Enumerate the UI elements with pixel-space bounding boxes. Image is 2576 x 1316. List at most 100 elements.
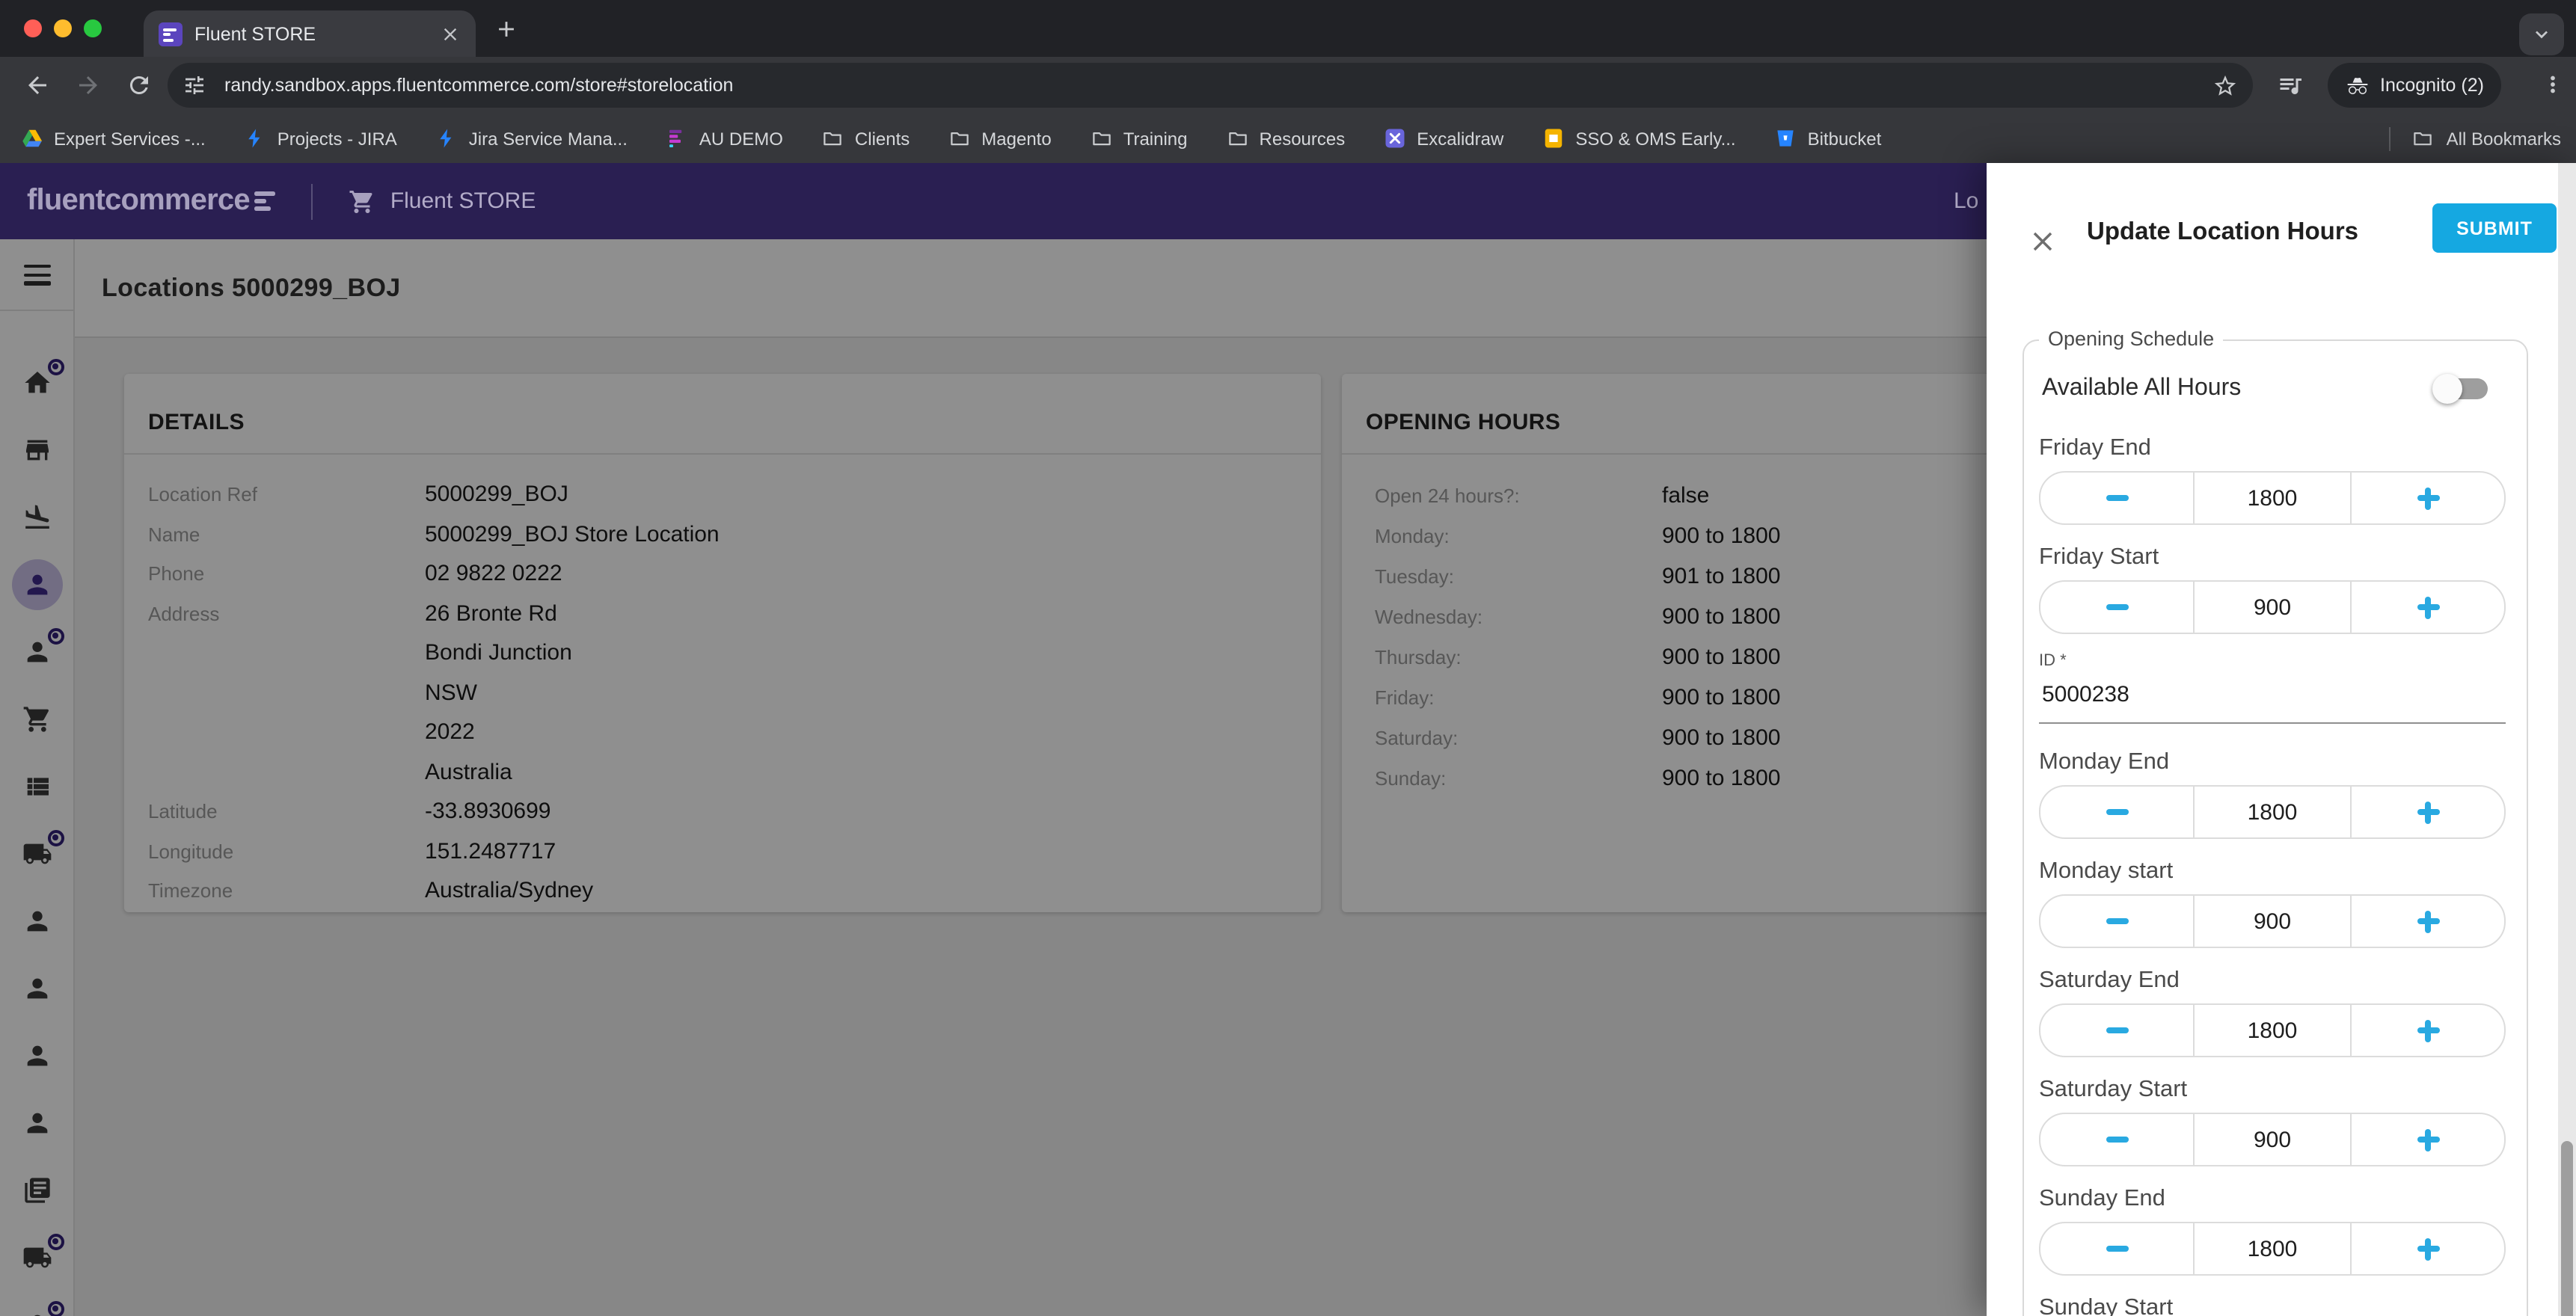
jira-icon xyxy=(245,127,267,150)
submit-button[interactable]: SUBMIT xyxy=(2432,203,2557,253)
url-bar[interactable]: randy.sandbox.apps.fluentcommerce.com/st… xyxy=(168,63,2253,108)
bookmark-star-icon[interactable] xyxy=(2212,73,2238,98)
bookmark-label: Bitbucket xyxy=(1808,128,1882,149)
plus-icon xyxy=(2417,596,2439,618)
bookmark-item-bitbucket[interactable]: Bitbucket xyxy=(1775,127,1882,150)
tab-search-button[interactable] xyxy=(2519,13,2564,55)
fluentcommerce-logo[interactable]: fluentcommerce xyxy=(27,184,275,218)
friday-end-value[interactable]: 1800 xyxy=(2193,473,2352,523)
bookmark-label: Expert Services -... xyxy=(54,128,206,149)
friday-start-increase-button[interactable] xyxy=(2352,582,2504,633)
bookmark-label: Training xyxy=(1123,128,1188,149)
folder-icon xyxy=(948,127,971,150)
sunday-end-value[interactable]: 1800 xyxy=(2193,1223,2352,1274)
all-bookmarks-button[interactable]: All Bookmarks xyxy=(2390,126,2576,150)
bookmark-item-resources[interactable]: Resources xyxy=(1227,127,1346,150)
page-scrollbar[interactable] xyxy=(2558,163,2576,1316)
sunday-end-decrease-button[interactable] xyxy=(2040,1223,2193,1274)
modal-dim-overlay[interactable] xyxy=(0,239,1987,1316)
field-friday-start: Friday Start900 xyxy=(2039,543,2506,634)
new-tab-button[interactable] xyxy=(494,16,519,42)
friday-start-value[interactable]: 900 xyxy=(2193,582,2352,633)
saturday-start-decrease-button[interactable] xyxy=(2040,1114,2193,1165)
bookmark-item-excalidraw[interactable]: Excalidraw xyxy=(1384,127,1503,150)
monday-start-increase-button[interactable] xyxy=(2352,896,2504,947)
excalidraw-icon xyxy=(1384,127,1406,150)
bookmark-item-jira-service-mana[interactable]: Jira Service Mana... xyxy=(436,127,628,150)
bookmarks-bar: Expert Services -... Projects - JIRA Jira … xyxy=(0,114,2576,163)
opening-schedule-section: Opening Schedule Available All HoursFrid… xyxy=(2023,339,2528,1316)
saturday-end-increase-button[interactable] xyxy=(2352,1005,2504,1056)
app-switcher[interactable]: Fluent STORE xyxy=(349,188,536,215)
friday-end-stepper: 1800 xyxy=(2039,471,2506,525)
tab-title: Fluent STORE xyxy=(194,23,440,44)
saturday-start-increase-button[interactable] xyxy=(2352,1114,2504,1165)
bookmark-item-clients[interactable]: Clients xyxy=(822,127,910,150)
browser-window: Fluent STORE randy.sandbox.apps.fluentco… xyxy=(0,0,2576,1316)
plus-icon xyxy=(2417,910,2439,932)
bookmark-item-expert-services[interactable]: Expert Services -... xyxy=(21,127,206,150)
toggle-knob-icon xyxy=(2432,374,2462,404)
field-label: Monday start xyxy=(2039,857,2506,885)
browser-menu-icon[interactable] xyxy=(2540,72,2566,97)
friday-end-decrease-button[interactable] xyxy=(2040,473,2193,523)
drawer-header: Update Location Hours SUBMIT xyxy=(1987,163,2576,301)
media-controls-icon[interactable] xyxy=(2277,72,2304,99)
minus-icon xyxy=(2106,1137,2128,1143)
jira-icon xyxy=(436,127,459,150)
monday-start-value[interactable]: 900 xyxy=(2193,896,2352,947)
minus-icon xyxy=(2106,605,2128,610)
monday-end-stepper: 1800 xyxy=(2039,785,2506,839)
window-minimize-button[interactable] xyxy=(54,19,72,37)
scrollbar-thumb[interactable] xyxy=(2561,1141,2573,1316)
header-nav-item[interactable]: Lo xyxy=(1954,188,1978,214)
forward-button[interactable] xyxy=(75,72,102,99)
reload-button[interactable] xyxy=(126,72,153,99)
saturday-end-decrease-button[interactable] xyxy=(2040,1005,2193,1056)
bookmark-item-magento[interactable]: Magento xyxy=(948,127,1051,150)
bookmark-item-au-demo[interactable]: AU DEMO xyxy=(666,127,783,150)
saturday-start-value[interactable]: 900 xyxy=(2193,1114,2352,1165)
tab-close-icon[interactable] xyxy=(440,23,461,44)
plus-icon xyxy=(2417,801,2439,823)
field-sunday-end: Sunday End1800 xyxy=(2039,1184,2506,1276)
bookmark-label: Magento xyxy=(981,128,1051,149)
bookmark-item-training[interactable]: Training xyxy=(1091,127,1188,150)
friday-start-decrease-button[interactable] xyxy=(2040,582,2193,633)
available-all-hours-toggle[interactable] xyxy=(2437,378,2488,399)
sunday-end-stepper: 1800 xyxy=(2039,1222,2506,1276)
incognito-label: Incognito (2) xyxy=(2380,75,2484,96)
monday-end-value[interactable]: 1800 xyxy=(2193,787,2352,837)
section-label: Opening Schedule xyxy=(2039,328,2223,350)
bookmark-item-projects-jira[interactable]: Projects - JIRA xyxy=(245,127,397,150)
id-input[interactable]: 5000238 xyxy=(2039,679,2506,724)
friday-end-increase-button[interactable] xyxy=(2352,473,2504,523)
drawer-close-icon[interactable] xyxy=(2027,226,2058,257)
saturday-end-value[interactable]: 1800 xyxy=(2193,1005,2352,1056)
minus-icon xyxy=(2106,1246,2128,1252)
header-divider xyxy=(311,183,313,219)
site-info-icon[interactable] xyxy=(183,73,206,97)
cart-icon xyxy=(349,188,375,215)
friday-start-stepper: 900 xyxy=(2039,580,2506,634)
window-zoom-button[interactable] xyxy=(84,19,102,37)
browser-tab-fluent-store[interactable]: Fluent STORE xyxy=(144,10,476,57)
monday-start-decrease-button[interactable] xyxy=(2040,896,2193,947)
drive-icon xyxy=(21,127,43,150)
bookmarks-divider xyxy=(2390,126,2391,150)
fluent-bars-icon xyxy=(254,191,275,211)
tab-strip: Fluent STORE xyxy=(0,0,2576,57)
bookmark-item-sso-oms-early[interactable]: SSO & OMS Early... xyxy=(1542,127,1735,150)
minus-icon xyxy=(2106,919,2128,924)
url-text[interactable]: randy.sandbox.apps.fluentcommerce.com/st… xyxy=(224,75,2212,96)
bookmark-label: Clients xyxy=(855,128,910,149)
back-button[interactable] xyxy=(24,72,51,99)
monday-end-decrease-button[interactable] xyxy=(2040,787,2193,837)
field-label: ID * xyxy=(2039,652,2506,670)
window-close-button[interactable] xyxy=(24,19,42,37)
monday-end-increase-button[interactable] xyxy=(2352,787,2504,837)
sso-icon xyxy=(1542,127,1565,150)
plus-icon xyxy=(2417,487,2439,509)
sunday-end-increase-button[interactable] xyxy=(2352,1223,2504,1274)
brand-text: fluentcommerce xyxy=(27,184,250,218)
